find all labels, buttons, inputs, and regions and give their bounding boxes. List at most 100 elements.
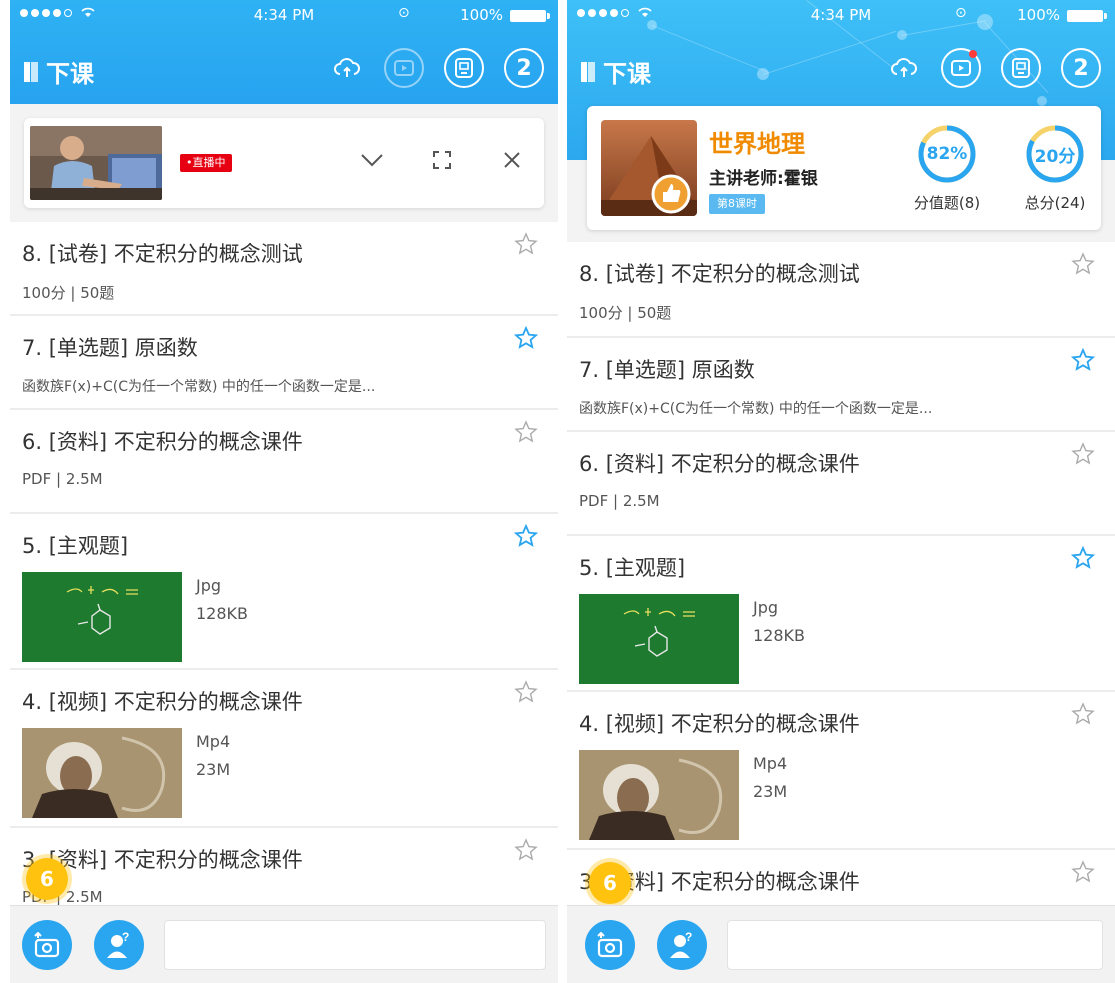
total-score-ring: 20分	[1025, 124, 1085, 184]
list-item[interactable]: 4. [视频] 不定积分的概念课件 Mp4 23M	[10, 670, 558, 828]
list-item[interactable]: 5. [主观题] Jpg 128KB	[10, 514, 558, 670]
phone-screen-live: 4:34 PM ⊙ 100% 下课 2 •直播中 8. [试卷] 不定积分的概念…	[10, 0, 558, 983]
course-thumbnail[interactable]	[601, 120, 697, 216]
comment-input[interactable]	[727, 920, 1103, 970]
nav-bar: 4:34 PM ⊙ 100% 下课 2	[10, 0, 558, 104]
cloud-upload-icon[interactable]	[887, 51, 921, 85]
score-rate-label: 分值题(8)	[913, 194, 981, 212]
media-row: Jpg 128KB	[579, 594, 1103, 684]
count-badge-button[interactable]: 2	[504, 48, 544, 88]
total-score-stat[interactable]: 20分 总分(24)	[1005, 124, 1105, 213]
list-item[interactable]: 8. [试卷] 不定积分的概念测试 100分 | 50题	[567, 242, 1115, 338]
list-item[interactable]: 7. [单选题] 原函数 函数族F(x)+C(C为任一个常数) 中的任一个函数一…	[567, 338, 1115, 432]
item-description: 函数族F(x)+C(C为任一个常数) 中的任一个函数一定是...	[22, 379, 376, 395]
course-teacher: 主讲老师:霍银	[709, 169, 818, 189]
star-icon[interactable]	[514, 232, 538, 256]
svg-text:?: ?	[122, 931, 129, 944]
total-score-label: 总分(24)	[1024, 194, 1086, 212]
score-rate-value: 82%	[926, 144, 968, 164]
orientation-lock-icon: ⊙	[398, 5, 410, 21]
screen-icon[interactable]	[444, 48, 484, 88]
blackboard-image[interactable]	[579, 594, 739, 684]
star-icon[interactable]	[1071, 442, 1095, 466]
fullscreen-icon[interactable]	[428, 146, 456, 174]
video-thumbnail[interactable]	[579, 750, 739, 840]
item-title: 5. [主观题]	[22, 534, 129, 558]
blackboard-image[interactable]	[22, 572, 182, 662]
score-rate-stat[interactable]: 82% 分值题(8)	[897, 124, 997, 213]
content-list: 8. [试卷] 不定积分的概念测试 100分 | 50题 7. [单选题] 原函…	[10, 222, 558, 928]
star-icon[interactable]	[1071, 252, 1095, 276]
floating-count-badge[interactable]: 6	[26, 858, 68, 900]
ask-question-icon[interactable]: ?	[94, 920, 144, 970]
list-item[interactable]: 4. [视频] 不定积分的概念课件 Mp4 23M	[567, 692, 1115, 850]
nav-actions: 2	[887, 48, 1101, 88]
score-rate-ring: 82%	[917, 124, 977, 184]
list-item[interactable]: 7. [单选题] 原函数 函数族F(x)+C(C为任一个常数) 中的任一个函数一…	[10, 316, 558, 410]
bottom-bar: ?	[567, 905, 1115, 983]
list-item[interactable]: 5. [主观题] Jpg 128KB	[567, 536, 1115, 692]
cloud-upload-icon[interactable]	[330, 51, 364, 85]
star-icon[interactable]	[1071, 348, 1095, 372]
comment-input[interactable]	[164, 920, 546, 970]
item-subtitle: PDF | 2.5M	[22, 888, 103, 906]
item-title: 3. [资料] 不定积分的概念课件	[22, 848, 303, 872]
list-item[interactable]: 6. [资料] 不定积分的概念课件 PDF | 2.5M	[10, 410, 558, 514]
star-icon[interactable]	[1071, 546, 1095, 570]
battery-icon	[1067, 10, 1107, 22]
nav-title[interactable]: 下课	[24, 54, 94, 89]
live-thumbnail[interactable]	[30, 126, 162, 200]
media-size: 23M	[196, 760, 231, 779]
ask-question-icon[interactable]: ?	[657, 920, 707, 970]
nav-title[interactable]: 下课	[581, 54, 651, 89]
lesson-badge: 第8课时	[709, 194, 765, 214]
camera-upload-icon[interactable]	[585, 920, 635, 970]
star-icon[interactable]	[514, 680, 538, 704]
item-title: 4. [视频] 不定积分的概念课件	[579, 712, 860, 736]
media-type: Mp4	[196, 732, 231, 751]
content-list: 8. [试卷] 不定积分的概念测试 100分 | 50题 7. [单选题] 原函…	[567, 242, 1115, 950]
media-type: Jpg	[196, 576, 222, 595]
item-title: 7. [单选题] 原函数	[22, 336, 198, 360]
live-controls	[358, 146, 526, 174]
video-thumbnail[interactable]	[22, 728, 182, 818]
bottom-bar: ?	[10, 905, 558, 983]
svg-text:?: ?	[685, 931, 692, 944]
item-description: 函数族F(x)+C(C为任一个常数) 中的任一个函数一定是...	[579, 401, 933, 417]
item-title: 4. [视频] 不定积分的概念课件	[22, 690, 303, 714]
item-subtitle: PDF | 2.5M	[22, 470, 103, 488]
course-card[interactable]: 世界地理 主讲老师:霍银 第8课时 82% 分值题(8) 20分 总分(24)	[587, 106, 1101, 230]
star-icon[interactable]	[514, 838, 538, 862]
media-size: 128KB	[196, 604, 249, 623]
course-title: 世界地理	[709, 130, 805, 158]
camera-upload-icon[interactable]	[22, 920, 72, 970]
live-status-badge: •直播中	[180, 154, 232, 172]
total-score-value: 20分	[1034, 146, 1076, 167]
list-item[interactable]: 8. [试卷] 不定积分的概念测试 100分 | 50题	[10, 222, 558, 316]
screen-icon[interactable]	[1001, 48, 1041, 88]
item-subtitle: 100分 | 50题	[22, 284, 115, 302]
star-icon[interactable]	[514, 524, 538, 548]
battery-percent: 100%	[460, 6, 503, 24]
chevron-down-icon[interactable]	[358, 146, 386, 174]
nav-actions: 2	[330, 48, 544, 88]
star-icon[interactable]	[1071, 702, 1095, 726]
floating-count-badge[interactable]: 6	[589, 862, 631, 904]
close-icon[interactable]	[498, 146, 526, 174]
media-row: Mp4 23M	[22, 728, 546, 818]
media-meta: Mp4 23M	[753, 750, 787, 840]
star-icon[interactable]	[1071, 860, 1095, 884]
star-icon[interactable]	[514, 420, 538, 444]
item-title: 5. [主观题]	[579, 556, 686, 580]
count-badge-button[interactable]: 2	[1061, 48, 1101, 88]
list-item[interactable]: 6. [资料] 不定积分的概念课件 PDF | 2.5M	[567, 432, 1115, 536]
phone-screen-course: 4:34 PM ⊙ 100% 下课 2 世界地理 主讲老师:霍银 第8课时 82…	[567, 0, 1115, 983]
item-title: 3. [资料] 不定积分的概念课件	[579, 870, 860, 894]
item-title: 6. [资料] 不定积分的概念课件	[579, 452, 860, 476]
book-icon	[581, 61, 595, 82]
video-icon[interactable]	[941, 48, 981, 88]
live-stream-card[interactable]: •直播中	[24, 118, 544, 208]
video-icon[interactable]	[384, 48, 424, 88]
star-icon[interactable]	[514, 326, 538, 350]
media-meta: Mp4 23M	[196, 728, 230, 818]
